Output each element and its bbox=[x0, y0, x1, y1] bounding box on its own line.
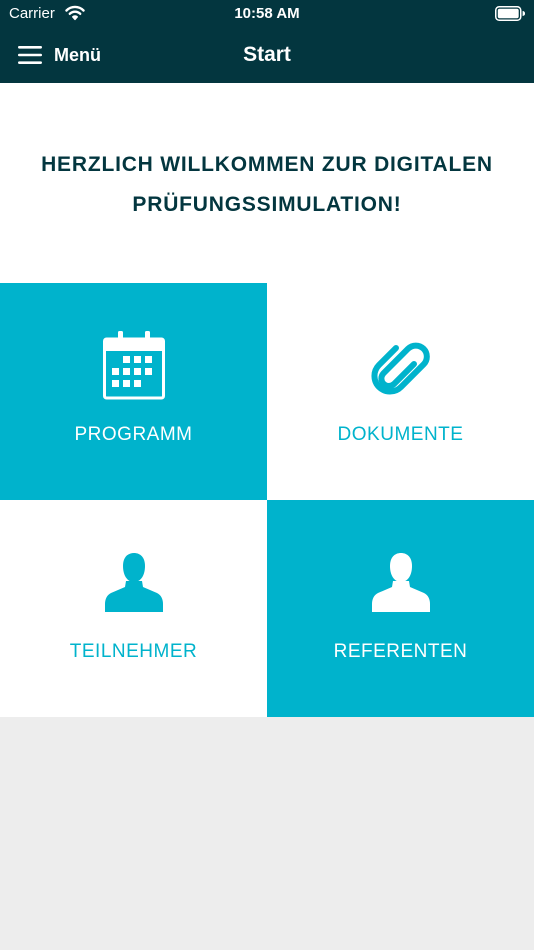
battery-icon bbox=[495, 6, 525, 21]
welcome-section: HERZLICH WILLKOMMEN ZUR DIGITALEN PRÜFUN… bbox=[0, 83, 534, 283]
tile-dokumente-label: DOKUMENTE bbox=[337, 424, 464, 445]
tile-programm[interactable]: PROGRAMM bbox=[0, 283, 267, 500]
status-time: 10:58 AM bbox=[234, 5, 300, 22]
tile-dokumente[interactable]: DOKUMENTE bbox=[267, 283, 534, 500]
person-icon bbox=[105, 553, 163, 612]
calendar-icon bbox=[103, 331, 165, 400]
navigation-bar: Menü Start bbox=[0, 28, 534, 83]
tile-referenten-label: REFERENTEN bbox=[333, 641, 468, 662]
page-title: Start bbox=[243, 43, 291, 66]
person-icon bbox=[372, 553, 430, 612]
tile-teilnehmer[interactable]: TEILNEHMER bbox=[0, 500, 267, 717]
status-bar: Carrier 10:58 AM bbox=[0, 0, 534, 28]
paperclip-icon bbox=[371, 342, 430, 395]
welcome-heading: HERZLICH WILLKOMMEN ZUR DIGITALEN PRÜFUN… bbox=[10, 145, 524, 225]
tile-referenten[interactable]: REFERENTEN bbox=[267, 500, 534, 717]
app-header: Carrier 10:58 AM Menü Start bbox=[0, 0, 534, 83]
tile-programm-label: PROGRAMM bbox=[74, 424, 193, 445]
welcome-line-1: HERZLICH WILLKOMMEN ZUR DIGITALEN bbox=[41, 153, 493, 176]
tile-teilnehmer-label: TEILNEHMER bbox=[69, 641, 198, 662]
welcome-line-2: PRÜFUNGSSIMULATION! bbox=[132, 193, 402, 216]
empty-area bbox=[0, 717, 534, 950]
